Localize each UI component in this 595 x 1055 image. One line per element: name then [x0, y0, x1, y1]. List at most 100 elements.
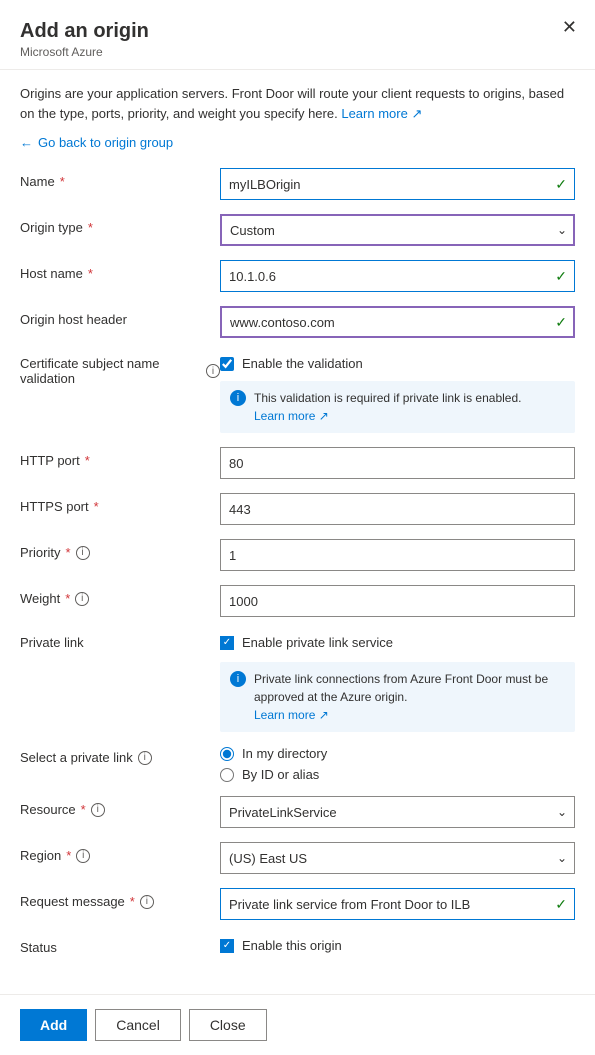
- cancel-button[interactable]: Cancel: [95, 1009, 181, 1041]
- region-select-wrapper: (US) East US ⌄: [220, 842, 575, 874]
- priority-required: *: [65, 545, 70, 560]
- region-control: (US) East US ⌄: [220, 842, 575, 874]
- region-row: Region * i (US) East US ⌄: [20, 842, 575, 874]
- weight-input-wrapper: [220, 585, 575, 617]
- http-port-label: HTTP port *: [20, 447, 220, 468]
- region-select[interactable]: (US) East US: [220, 842, 575, 874]
- private-link-row: Private link ✓ Enable private link servi…: [20, 631, 575, 732]
- private-link-checkbox-icon: ✓: [220, 636, 234, 650]
- resource-row: Resource * i PrivateLinkService ⌄: [20, 796, 575, 828]
- close-button[interactable]: Close: [189, 1009, 267, 1041]
- by-id-or-alias-radio-row: By ID or alias: [220, 767, 575, 782]
- name-control: ✓: [220, 168, 575, 200]
- cert-validation-label: Certificate subject name validation i: [20, 352, 220, 386]
- cert-external-link-icon: ↗: [319, 409, 329, 423]
- origin-type-control: Custom App Service Storage Application G…: [220, 214, 575, 246]
- host-name-required: *: [88, 266, 93, 281]
- name-input[interactable]: [220, 168, 575, 200]
- cert-info-box-text: This validation is required if private l…: [254, 389, 521, 425]
- weight-row: Weight * i: [20, 585, 575, 617]
- status-checkbox-row: ✓ Enable this origin: [220, 934, 575, 953]
- close-icon[interactable]: ✕: [562, 18, 577, 36]
- weight-control: [220, 585, 575, 617]
- cert-info-circle-icon: i: [230, 390, 246, 406]
- description-text: Origins are your application servers. Fr…: [20, 84, 575, 123]
- https-port-required: *: [94, 499, 99, 514]
- cert-validation-info-box: i This validation is required if private…: [220, 381, 575, 433]
- origin-host-header-label: Origin host header: [20, 306, 220, 327]
- weight-info-icon[interactable]: i: [75, 592, 89, 606]
- resource-required: *: [81, 802, 86, 817]
- request-message-control: ✓: [220, 888, 575, 920]
- host-name-row: Host name * ✓: [20, 260, 575, 292]
- origin-host-header-input[interactable]: [220, 306, 575, 338]
- private-link-info-box-text: Private link connections from Azure Fron…: [254, 670, 565, 724]
- name-label: Name *: [20, 168, 220, 189]
- request-message-input[interactable]: [220, 888, 575, 920]
- select-private-link-info-icon[interactable]: i: [138, 751, 152, 765]
- name-input-wrapper: ✓: [220, 168, 575, 200]
- priority-input[interactable]: [220, 539, 575, 571]
- description-learn-more-link[interactable]: Learn more ↗: [341, 106, 422, 121]
- name-row: Name * ✓: [20, 168, 575, 200]
- in-my-directory-radio-row: In my directory: [220, 746, 575, 761]
- priority-input-wrapper: [220, 539, 575, 571]
- https-port-label: HTTPS port *: [20, 493, 220, 514]
- cert-validation-checkbox[interactable]: [220, 357, 234, 371]
- cert-validation-checkbox-row: Enable the validation: [220, 352, 575, 371]
- weight-input[interactable]: [220, 585, 575, 617]
- resource-control: PrivateLinkService ⌄: [220, 796, 575, 828]
- https-port-input-wrapper: [220, 493, 575, 525]
- region-required: *: [66, 848, 71, 863]
- private-link-external-icon: ↗: [319, 708, 329, 722]
- request-message-checkmark-icon: ✓: [555, 896, 567, 913]
- https-port-row: HTTPS port *: [20, 493, 575, 525]
- priority-row: Priority * i: [20, 539, 575, 571]
- priority-label: Priority * i: [20, 539, 220, 560]
- private-link-learn-more-link[interactable]: Learn more ↗: [254, 708, 329, 722]
- back-to-origin-group-link[interactable]: ← Go back to origin group: [20, 135, 575, 150]
- host-name-input[interactable]: [220, 260, 575, 292]
- resource-label: Resource * i: [20, 796, 220, 817]
- origin-host-header-control: ✓: [220, 306, 575, 338]
- host-name-label: Host name *: [20, 260, 220, 281]
- origin-type-select-wrapper: Custom App Service Storage Application G…: [220, 214, 575, 246]
- in-my-directory-label: In my directory: [242, 746, 327, 761]
- name-required: *: [60, 174, 65, 189]
- status-control: ✓ Enable this origin: [220, 934, 575, 953]
- origin-type-row: Origin type * Custom App Service Storage…: [20, 214, 575, 246]
- cert-validation-control: Enable the validation i This validation …: [220, 352, 575, 433]
- resource-select-wrapper: PrivateLinkService ⌄: [220, 796, 575, 828]
- select-private-link-row: Select a private link i In my directory …: [20, 746, 575, 782]
- weight-required: *: [65, 591, 70, 606]
- add-button[interactable]: Add: [20, 1009, 87, 1041]
- priority-info-icon[interactable]: i: [76, 546, 90, 560]
- origin-type-select[interactable]: Custom App Service Storage Application G…: [220, 214, 575, 246]
- cert-learn-more-link[interactable]: Learn more ↗: [254, 409, 329, 423]
- private-link-control: ✓ Enable private link service i Private …: [220, 631, 575, 732]
- panel-footer: Add Cancel Close: [0, 994, 595, 1055]
- request-message-info-icon[interactable]: i: [140, 895, 154, 909]
- request-message-label: Request message * i: [20, 888, 220, 909]
- private-link-info-box: i Private link connections from Azure Fr…: [220, 662, 575, 732]
- by-id-or-alias-radio[interactable]: [220, 768, 234, 782]
- resource-select[interactable]: PrivateLinkService: [220, 796, 575, 828]
- resource-info-icon[interactable]: i: [91, 803, 105, 817]
- origin-host-header-checkmark-icon: ✓: [555, 314, 567, 331]
- request-message-row: Request message * i ✓: [20, 888, 575, 920]
- add-origin-panel: Add an origin Microsoft Azure ✕ Origins …: [0, 0, 595, 1055]
- in-my-directory-radio[interactable]: [220, 747, 234, 761]
- status-label: Status: [20, 934, 220, 955]
- status-row: Status ✓ Enable this origin: [20, 934, 575, 966]
- region-info-icon[interactable]: i: [76, 849, 90, 863]
- origin-type-label: Origin type *: [20, 214, 220, 235]
- cert-validation-info-icon[interactable]: i: [206, 364, 220, 378]
- origin-host-header-input-wrapper: ✓: [220, 306, 575, 338]
- panel-subtitle: Microsoft Azure: [20, 45, 575, 59]
- https-port-input[interactable]: [220, 493, 575, 525]
- select-private-link-label: Select a private link i: [20, 746, 220, 765]
- http-port-input[interactable]: [220, 447, 575, 479]
- priority-control: [220, 539, 575, 571]
- select-private-link-control: In my directory By ID or alias: [220, 746, 575, 782]
- host-name-checkmark-icon: ✓: [555, 268, 567, 285]
